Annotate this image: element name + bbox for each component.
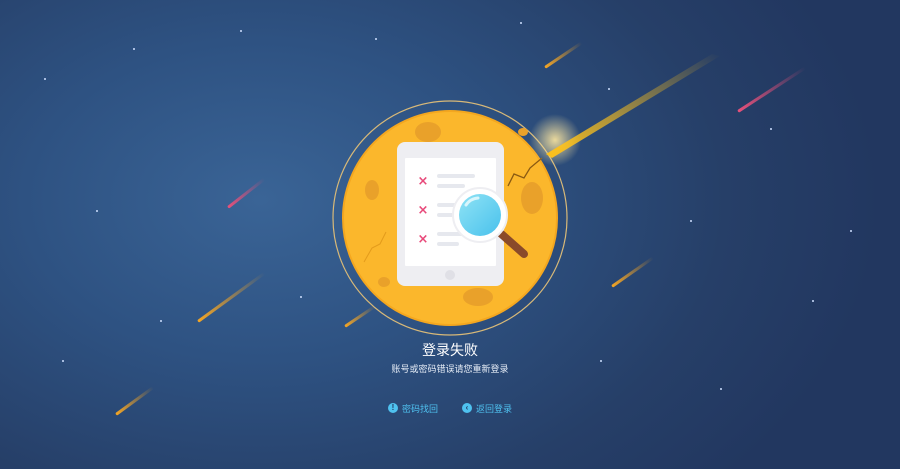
back-to-login-link[interactable]: ‹ 返回登录 bbox=[462, 401, 512, 415]
large-meteor bbox=[546, 54, 720, 158]
error-mark-icon: × bbox=[418, 203, 429, 218]
error-message: 账号或密码错误请您重新登录 bbox=[391, 364, 509, 374]
moon-crater bbox=[365, 180, 379, 200]
exclamation-icon: ! bbox=[388, 403, 398, 413]
moon-crater bbox=[378, 277, 390, 287]
chevron-left-icon: ‹ bbox=[462, 403, 472, 413]
tablet-home-button bbox=[445, 270, 455, 280]
moon-crater bbox=[518, 128, 528, 136]
moon-crater bbox=[521, 182, 543, 214]
error-mark-icon: × bbox=[418, 174, 429, 189]
recover-password-label: 密码找回 bbox=[402, 403, 439, 414]
error-mark-icon: × bbox=[418, 232, 429, 247]
back-to-login-label: 返回登录 bbox=[476, 403, 513, 414]
moon-illustration: × × × bbox=[332, 54, 720, 336]
recover-password-link[interactable]: ! 密码找回 bbox=[388, 401, 438, 415]
page-title: 登录失败 bbox=[422, 342, 478, 358]
moon-crater bbox=[415, 122, 441, 142]
moon-crater bbox=[463, 288, 493, 306]
